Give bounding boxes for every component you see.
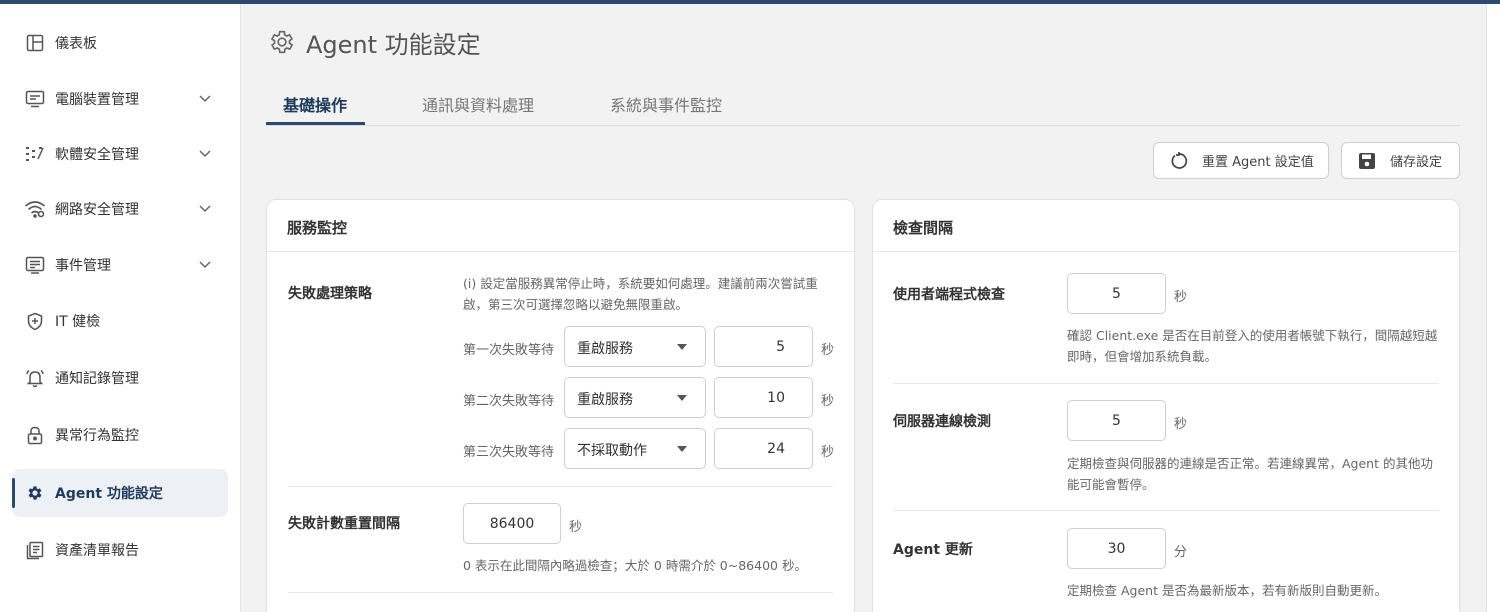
tab-basic-operations[interactable]: 基礎操作 <box>283 92 347 116</box>
unit-label: 秒 <box>821 445 835 460</box>
divider <box>288 486 833 487</box>
main-content: Agent 功能設定 基礎操作 通訊與資料處理 系統與事件監控 重置 Agent… <box>242 4 1486 612</box>
server-check-label: 伺服器連線檢測 <box>893 414 991 430</box>
divider <box>288 592 833 593</box>
gear-icon <box>24 482 46 504</box>
sidebar: 儀表板 電腦裝置管理 軟體安全管理 網路安全管理 事件管理 IT 健檢 通知記錄… <box>0 4 241 612</box>
sidebar-item-label: Agent 功能設定 <box>55 486 163 502</box>
failure-policy-label: 失敗處理策略 <box>288 286 372 302</box>
active-tab-indicator <box>266 122 365 125</box>
sidebar-item-event-management[interactable]: 事件管理 <box>12 241 228 289</box>
client-check-label: 使用者端程式檢查 <box>893 287 1005 303</box>
sidebar-item-label: 網路安全管理 <box>55 202 139 218</box>
reset-agent-settings-button[interactable]: 重置 Agent 設定值 <box>1153 142 1329 179</box>
layout-icon <box>24 32 46 54</box>
save-settings-button[interactable]: 儲存設定 <box>1341 142 1460 179</box>
sidebar-item-label: 電腦裝置管理 <box>55 92 139 108</box>
bell-icon <box>24 367 46 389</box>
report-icon <box>24 539 46 561</box>
select-value: 重啟服務 <box>577 392 633 408</box>
gear-icon <box>270 30 294 54</box>
sidebar-item-dashboard[interactable]: 儀表板 <box>12 19 228 67</box>
sidebar-item-notification-log[interactable]: 通知記錄管理 <box>12 354 228 402</box>
save-button-label: 儲存設定 <box>1390 155 1443 170</box>
card-header: 檢查間隔 <box>873 200 1459 252</box>
sidebar-item-label: 通知記錄管理 <box>55 371 139 387</box>
check-interval-card: 檢查間隔 使用者端程式檢查 秒 確認 Client.exe 是否在目前登入的使用… <box>872 199 1460 612</box>
agent-update-label: Agent 更新 <box>893 542 973 558</box>
page-title-text: Agent 功能設定 <box>306 30 481 59</box>
reset-interval-input[interactable] <box>463 503 561 544</box>
first-failure-action-select[interactable]: 重啟服務 <box>564 326 706 367</box>
third-failure-wait-input[interactable] <box>714 428 813 469</box>
second-failure-wait-input[interactable] <box>714 377 813 418</box>
sidebar-item-software-security[interactable]: 軟體安全管理 <box>12 130 228 178</box>
sidebar-item-label: 事件管理 <box>55 258 111 274</box>
unit-label: 秒 <box>821 394 835 409</box>
tab-bar: 基礎操作 通訊與資料處理 系統與事件監控 <box>266 84 1460 126</box>
card-title: 檢查間隔 <box>893 219 954 237</box>
server-check-hint: 定期檢查與伺服器的連線是否正常。若連線異常，Agent 的其他功能可能會暫停。 <box>1067 456 1433 492</box>
sidebar-item-label: 資產清單報告 <box>55 543 139 559</box>
chevron-down-icon <box>198 258 212 272</box>
second-failure-action-select[interactable]: 重啟服務 <box>564 377 706 418</box>
first-failure-label: 第一次失敗等待 <box>463 343 555 358</box>
client-check-hint: 確認 Client.exe 是否在目前登入的使用者帳號下執行，間隔越短越即時，但… <box>1067 328 1438 364</box>
sidebar-item-network-security[interactable]: 網路安全管理 <box>12 185 228 233</box>
failure-policy-hint: (i) 設定當服務異常停止時，系統要如何處理。建議前兩次嘗試重啟，第三次可選擇忽… <box>463 276 818 312</box>
sidebar-item-label: IT 健檢 <box>55 314 101 330</box>
lock-icon <box>24 424 46 446</box>
second-failure-label: 第二次失敗等待 <box>463 394 555 409</box>
card-title: 服務監控 <box>287 219 348 237</box>
event-icon <box>24 254 46 276</box>
page-title: Agent 功能設定 <box>268 24 481 60</box>
divider <box>893 510 1439 511</box>
sidebar-item-asset-report[interactable]: 資產清單報告 <box>12 526 228 574</box>
tab-system-event-monitoring[interactable]: 系統與事件監控 <box>610 92 722 116</box>
divider <box>893 383 1439 384</box>
sidebar-item-label: 軟體安全管理 <box>55 147 139 163</box>
chevron-down-icon <box>198 147 212 161</box>
third-failure-label: 第三次失敗等待 <box>463 445 555 460</box>
shield-icon <box>24 310 46 332</box>
chevron-down-icon <box>198 202 212 216</box>
reset-icon <box>1170 151 1188 170</box>
first-failure-wait-input[interactable] <box>714 326 813 367</box>
sidebar-item-anomaly-monitoring[interactable]: 異常行為監控 <box>12 411 228 459</box>
select-value: 不採取動作 <box>577 443 647 459</box>
caret-down-icon <box>677 395 687 401</box>
select-value: 重啟服務 <box>577 341 633 357</box>
unit-label: 分 <box>1174 545 1188 560</box>
reset-interval-hint: 0 表示在此間隔內略過檢查；大於 0 時需介於 0~86400 秒。 <box>463 558 807 573</box>
caret-down-icon <box>677 446 687 452</box>
software-icon <box>24 143 46 165</box>
scrollbar-track[interactable] <box>1486 4 1500 612</box>
service-monitor-card: 服務監控 失敗處理策略 (i) 設定當服務異常停止時，系統要如何處理。建議前兩次… <box>266 199 855 612</box>
monitor-icon <box>24 88 46 110</box>
unit-label: 秒 <box>569 520 583 535</box>
server-check-input[interactable] <box>1067 400 1166 441</box>
tab-communication-data[interactable]: 通訊與資料處理 <box>422 92 534 116</box>
unit-label: 秒 <box>821 343 835 358</box>
unit-label: 秒 <box>1174 290 1188 305</box>
wifi-icon <box>24 198 46 220</box>
unit-label: 秒 <box>1174 417 1188 432</box>
sidebar-item-agent-settings[interactable]: Agent 功能設定 <box>12 469 228 517</box>
reset-interval-label: 失敗計數重置間隔 <box>288 516 400 532</box>
agent-update-input[interactable] <box>1067 528 1166 569</box>
sidebar-item-label: 異常行為監控 <box>55 428 139 444</box>
sidebar-item-it-checkup[interactable]: IT 健檢 <box>12 297 228 345</box>
card-header: 服務監控 <box>267 200 854 252</box>
save-icon <box>1358 152 1376 170</box>
chevron-down-icon <box>198 92 212 106</box>
reset-button-label: 重置 Agent 設定值 <box>1202 155 1314 170</box>
caret-down-icon <box>677 344 687 350</box>
client-check-input[interactable] <box>1067 273 1166 314</box>
sidebar-item-label: 儀表板 <box>55 36 97 52</box>
third-failure-action-select[interactable]: 不採取動作 <box>564 428 706 469</box>
sidebar-item-device-management[interactable]: 電腦裝置管理 <box>12 75 228 123</box>
agent-update-hint: 定期檢查 Agent 是否為最新版本，若有新版則自動更新。 <box>1067 583 1387 598</box>
